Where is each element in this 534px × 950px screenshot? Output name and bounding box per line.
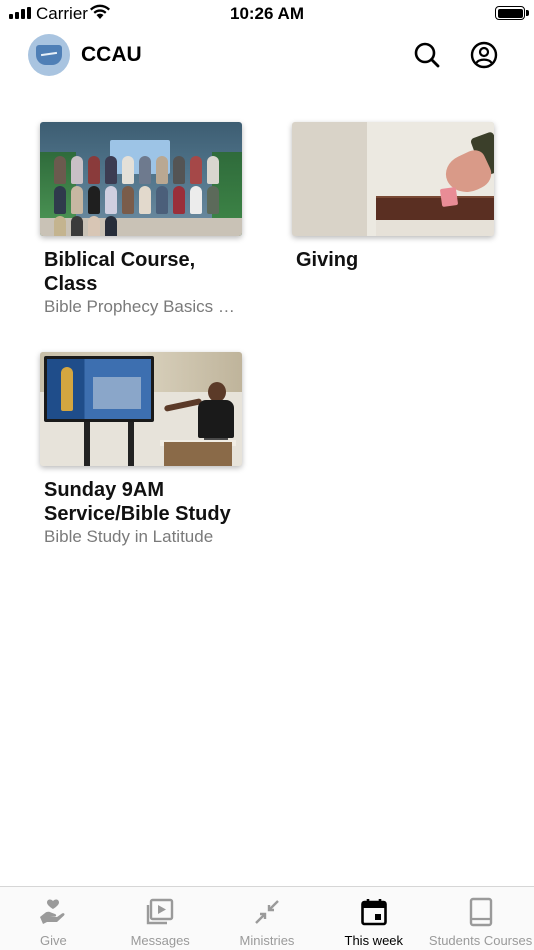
tab-ministries[interactable]: Ministries bbox=[214, 887, 321, 950]
search-button[interactable] bbox=[411, 39, 443, 71]
profile-button[interactable] bbox=[468, 39, 500, 71]
card-biblical-course[interactable]: Biblical Course, Class Bible Prophecy Ba… bbox=[40, 122, 242, 318]
tab-give[interactable]: Give bbox=[0, 887, 107, 950]
tab-label: This week bbox=[344, 933, 404, 948]
tab-this-week[interactable]: This week bbox=[320, 887, 427, 950]
group-class-photo bbox=[40, 122, 242, 236]
card-title: Giving bbox=[296, 249, 359, 271]
app-header: CCAU bbox=[0, 28, 534, 82]
arrows-inward-icon bbox=[255, 900, 279, 924]
card-subtitle: Bible Prophecy Basics Course bbox=[44, 297, 240, 316]
card-sunday-service[interactable]: Sunday 9AM Service/Bible Study Bible Stu… bbox=[40, 352, 242, 548]
app-title: CCAU bbox=[81, 43, 142, 66]
tab-label: Students Courses bbox=[428, 933, 533, 948]
tab-students-courses[interactable]: Students Courses bbox=[427, 887, 534, 950]
status-time: 10:26 AM bbox=[229, 4, 304, 23]
calendar-icon bbox=[360, 899, 387, 926]
status-bar: Carrier 10:26 AM bbox=[0, 0, 534, 28]
card-title: Sunday 9AM Service/Bible Study bbox=[44, 479, 231, 525]
bible-study-presentation-photo bbox=[40, 352, 242, 466]
video-library-icon bbox=[146, 898, 174, 925]
church-shield-logo-icon bbox=[28, 34, 70, 76]
tab-label: Messages bbox=[130, 933, 190, 948]
card-title: Biblical Course, Class bbox=[44, 249, 196, 295]
hand-heart-icon bbox=[40, 899, 65, 924]
tab-messages[interactable]: Messages bbox=[107, 887, 214, 950]
battery-icon bbox=[495, 6, 529, 20]
user-circle-icon bbox=[470, 41, 498, 69]
hand-giving-offering-photo bbox=[292, 122, 494, 236]
search-icon bbox=[414, 42, 440, 68]
book-icon bbox=[469, 897, 492, 927]
tab-label: Give bbox=[40, 933, 67, 948]
card-giving[interactable]: Giving bbox=[292, 122, 494, 272]
bottom-tab-bar: Give Messages Ministries This week Stude… bbox=[0, 886, 534, 950]
tab-label: Ministries bbox=[239, 933, 295, 948]
card-subtitle: Bible Study in Latitude bbox=[44, 527, 214, 546]
